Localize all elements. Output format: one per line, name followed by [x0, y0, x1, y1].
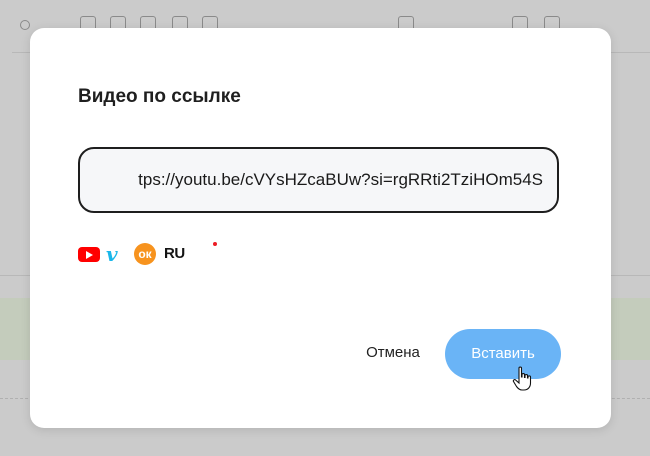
link-icon	[20, 20, 30, 30]
insert-button[interactable]: Вставить	[445, 329, 561, 379]
hand-cursor-icon	[512, 366, 532, 391]
video-link-dialog: Видео по ссылке v ок RU Отмена Вставить	[30, 28, 611, 428]
video-url-input[interactable]	[80, 149, 557, 211]
rutube-icon: RU	[164, 245, 185, 262]
video-url-field[interactable]	[78, 147, 559, 213]
dialog-title: Видео по ссылке	[78, 86, 241, 107]
rutube-dot-icon	[213, 242, 217, 246]
odnoklassniki-icon: ок	[134, 243, 156, 265]
cancel-button[interactable]: Отмена	[360, 338, 426, 368]
youtube-icon	[78, 247, 100, 262]
vimeo-icon: v	[106, 242, 118, 266]
